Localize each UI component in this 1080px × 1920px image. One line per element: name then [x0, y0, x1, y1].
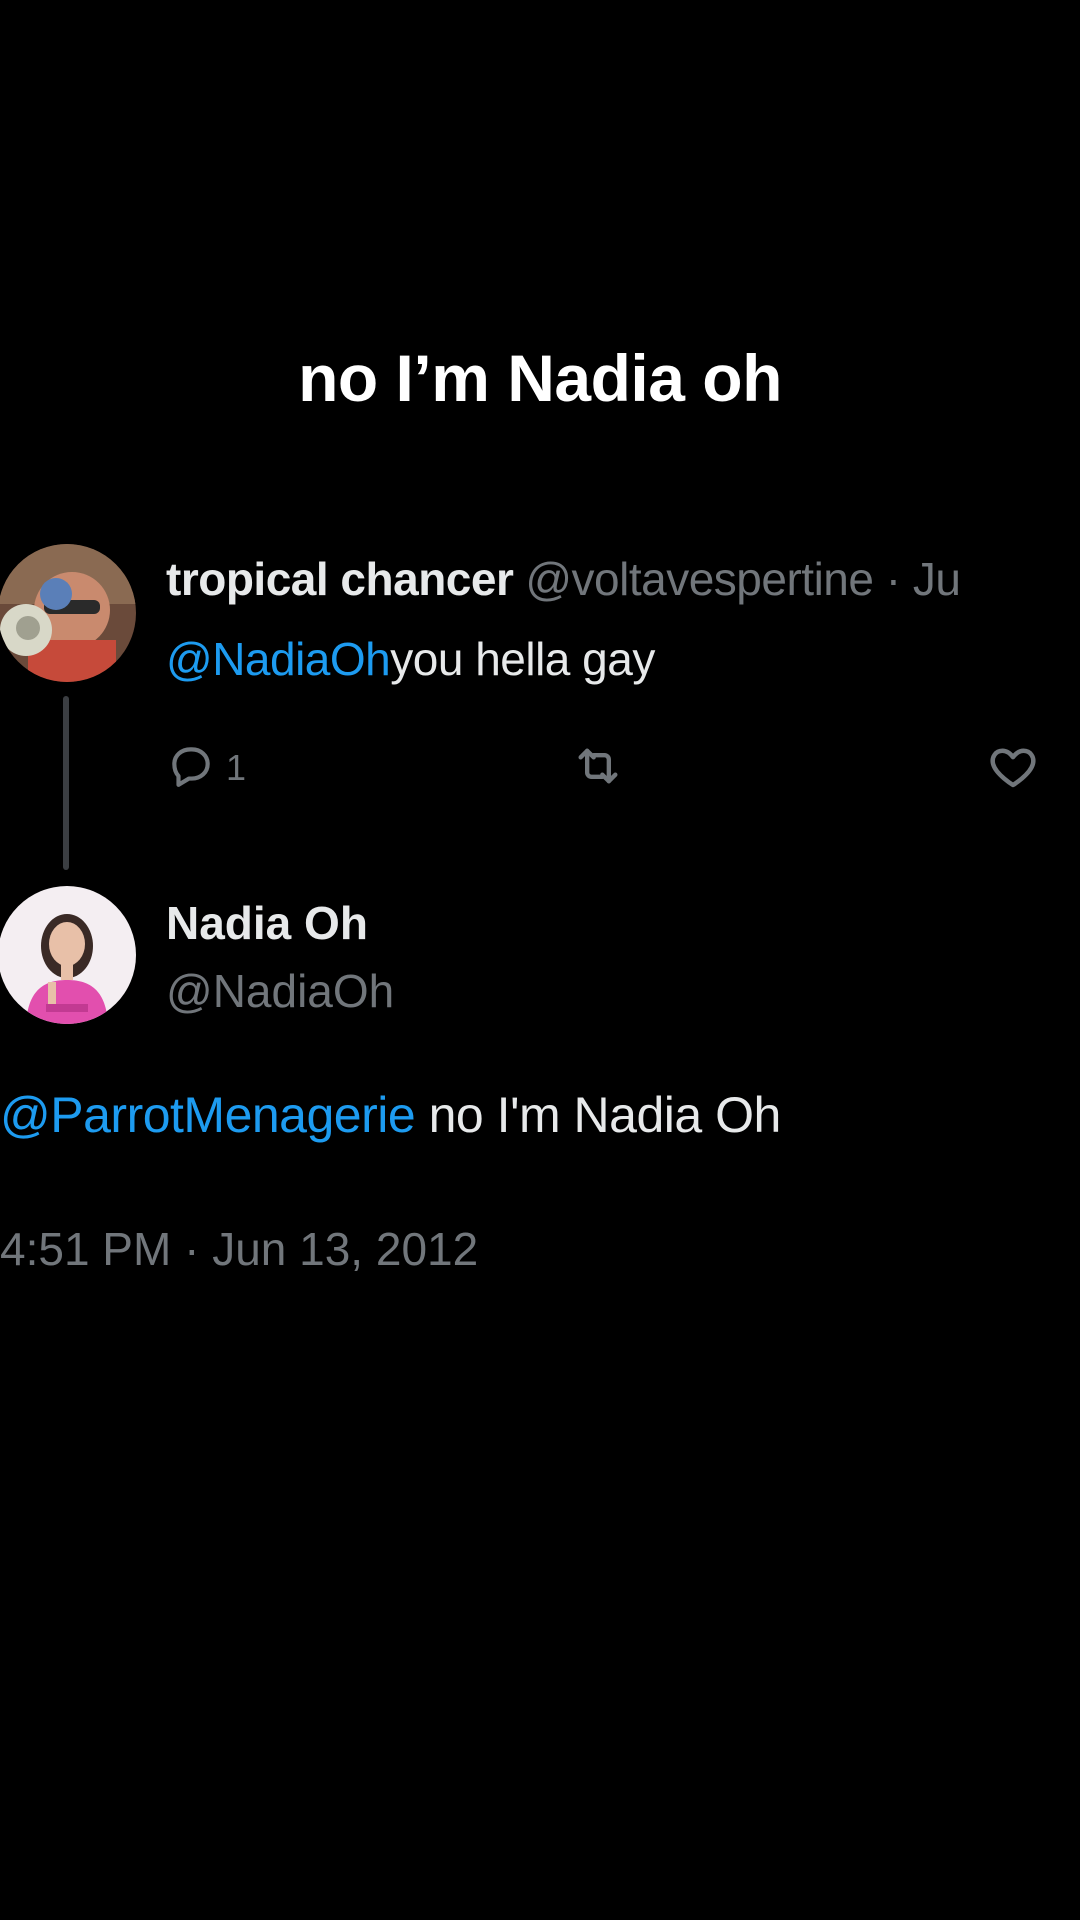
avatar-photo-icon — [0, 544, 136, 682]
reply-tweet-text: @NadiaOhyou hella gay — [166, 632, 655, 686]
main-author-avatar[interactable] — [0, 886, 136, 1024]
reply-author-avatar[interactable] — [0, 544, 136, 682]
reply-tweet-header: tropical chancer @voltavespertine · Ju — [166, 552, 961, 606]
heart-icon — [986, 740, 1040, 799]
main-tweet-text: @ParrotMenagerie no I'm Nadia Oh — [0, 1086, 781, 1144]
like-action-button[interactable] — [986, 740, 1040, 799]
reply-action-button[interactable]: 1 — [166, 740, 246, 795]
video-caption: no I’m Nadia oh — [298, 341, 782, 415]
avatar-photo-icon — [0, 886, 136, 1024]
reply-mention-link[interactable]: @NadiaOh — [166, 633, 391, 685]
main-display-name[interactable]: Nadia Oh — [166, 896, 368, 950]
reply-handle-meta[interactable]: @voltavespertine · Ju — [525, 553, 961, 605]
thread-connector-line — [63, 696, 69, 870]
main-mention-link[interactable]: @ParrotMenagerie — [0, 1087, 416, 1143]
tweet-timestamp[interactable]: 4:51 PM · Jun 13, 2012 — [0, 1222, 478, 1276]
main-text: no I'm Nadia Oh — [415, 1087, 782, 1143]
main-handle[interactable]: @NadiaOh — [166, 964, 394, 1018]
reply-text: you hella gay — [390, 633, 655, 685]
comment-icon — [166, 740, 216, 795]
reply-count: 1 — [226, 746, 247, 788]
retweet-action-button[interactable] — [572, 740, 624, 797]
reply-display-name[interactable]: tropical chancer — [166, 553, 514, 605]
retweet-icon — [572, 740, 624, 797]
